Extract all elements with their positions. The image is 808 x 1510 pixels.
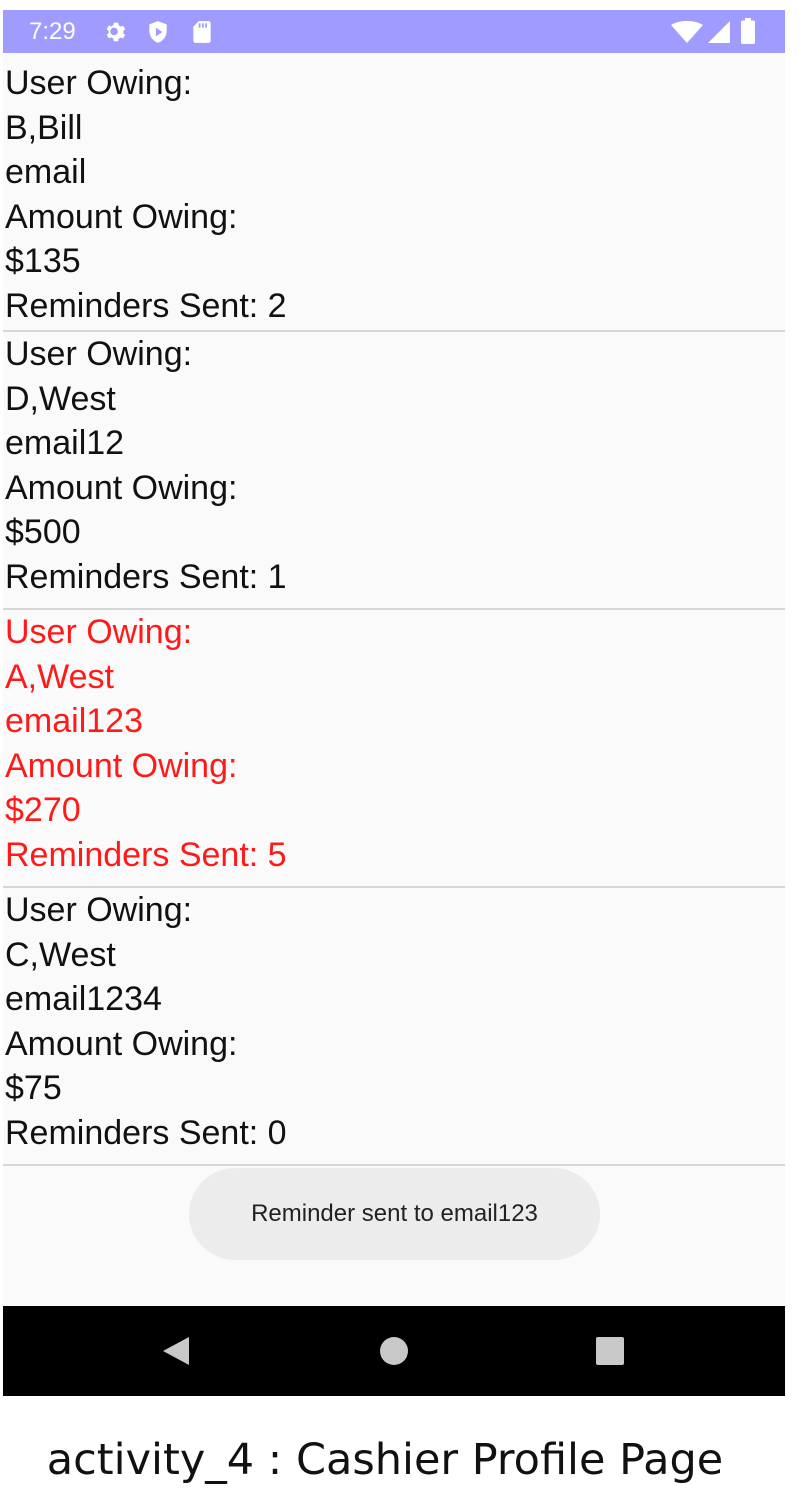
wifi-icon: [671, 21, 703, 43]
user-email: email1234: [5, 980, 162, 1019]
user-email: email: [5, 153, 87, 192]
amount-value: $500: [5, 513, 81, 552]
navigation-bar: [3, 1306, 785, 1396]
status-bar: 7:29: [3, 10, 785, 53]
back-triangle-icon[interactable]: [159, 1334, 193, 1368]
list-item[interactable]: User Owing: B,Bill email Amount Owing: $…: [3, 53, 785, 332]
amount-owing-label: Amount Owing:: [5, 746, 238, 785]
owing-list[interactable]: User Owing: B,Bill email Amount Owing: $…: [3, 53, 785, 1166]
figure-caption: activity_4 : Cashier Profile Page: [46, 1435, 724, 1485]
amount-owing-label: Amount Owing:: [5, 468, 238, 507]
phone-screen: 7:29 User Owing: B,Bill email Amount Owi…: [3, 10, 785, 1396]
user-email: email12: [5, 424, 125, 463]
recents-square-icon[interactable]: [593, 1334, 627, 1368]
reminders-sent: Reminders Sent: 1: [5, 557, 287, 596]
user-owing-label: User Owing:: [5, 64, 193, 102]
signal-icon: [708, 21, 730, 43]
gear-icon: [106, 22, 126, 42]
user-name: C,West: [5, 935, 116, 974]
battery-icon: [741, 18, 755, 44]
amount-owing-label: Amount Owing:: [5, 1024, 238, 1063]
user-owing-label: User Owing:: [5, 613, 193, 651]
user-name: D,West: [5, 379, 116, 418]
status-time: 7:29: [29, 18, 76, 45]
reminders-sent: Reminders Sent: 5: [5, 835, 287, 874]
list-item-selected[interactable]: User Owing: A,West email123 Amount Owing…: [3, 610, 785, 888]
amount-value: $270: [5, 791, 81, 830]
user-email: email123: [5, 702, 143, 741]
sd-card-icon: [193, 21, 211, 43]
list-item[interactable]: User Owing: D,West email12 Amount Owing:…: [3, 332, 785, 610]
amount-owing-label: Amount Owing:: [5, 197, 238, 236]
user-name: A,West: [5, 657, 114, 696]
user-owing-label: User Owing:: [5, 335, 193, 373]
toast-message: Reminder sent to email123: [189, 1168, 600, 1260]
reminders-sent: Reminders Sent: 2: [5, 286, 287, 325]
amount-value: $135: [5, 242, 81, 281]
home-circle-icon[interactable]: [377, 1334, 411, 1368]
user-owing-label: User Owing:: [5, 891, 193, 929]
shield-play-icon: [149, 21, 167, 43]
list-item[interactable]: User Owing: C,West email1234 Amount Owin…: [3, 888, 785, 1166]
reminders-sent: Reminders Sent: 0: [5, 1113, 287, 1152]
user-name: B,Bill: [5, 108, 83, 147]
amount-value: $75: [5, 1069, 62, 1108]
